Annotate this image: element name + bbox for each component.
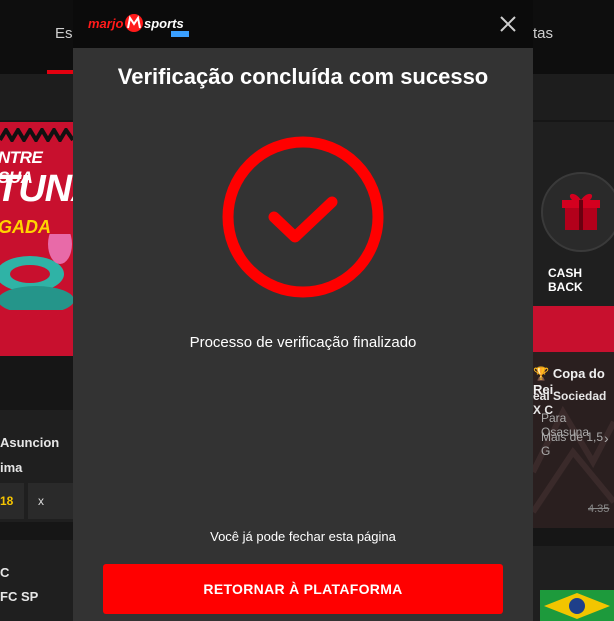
chevron-right-icon[interactable]: ›: [604, 430, 609, 446]
cashback-label: CASH BACK: [548, 266, 583, 294]
team-name: ima: [0, 460, 23, 475]
verification-modal: marjo sports Verificação concluída com s…: [73, 0, 533, 621]
promo-cta-bar[interactable]: [0, 310, 73, 356]
close-icon[interactable]: [498, 14, 518, 34]
odd-draw-label: x: [38, 494, 44, 508]
brazil-flag-icon: [540, 590, 614, 621]
svg-text:sports: sports: [144, 16, 184, 31]
return-to-platform-button[interactable]: RETORNAR À PLATAFORMA: [103, 564, 503, 614]
odd-value: 18: [0, 494, 14, 508]
close-hint-text: Você já pode fechar esta página: [210, 529, 396, 544]
trophy-icon: 🏆: [533, 366, 550, 381]
team-name: Asuncion: [0, 435, 60, 450]
team-name: C: [0, 565, 10, 580]
marjosports-logo: marjo sports: [88, 14, 189, 37]
svg-text:marjo: marjo: [88, 16, 123, 31]
modal-title: Verificação concluída com sucesso: [117, 64, 489, 89]
gift-icon: [562, 193, 600, 230]
old-odd-value: 4.35: [588, 503, 610, 515]
nav-tab-apostas[interactable]: tas: [533, 25, 553, 42]
banner-text-2: TUNA: [0, 168, 73, 210]
status-message: Processo de verificação finalizado: [189, 334, 417, 351]
modal-header: marjo sports: [73, 0, 533, 48]
odd-draw-button[interactable]: [28, 483, 73, 519]
team-name: FC SP: [0, 589, 39, 604]
zigzag-decoration: [0, 128, 73, 142]
promo-banner[interactable]: NTRE SUA TUNA GADA: [0, 122, 73, 310]
check-circle-icon: [222, 136, 384, 298]
dragon-coil-illustration: [0, 234, 73, 310]
match-card[interactable]: [0, 540, 73, 621]
cashback-cta-bar[interactable]: [533, 306, 614, 352]
